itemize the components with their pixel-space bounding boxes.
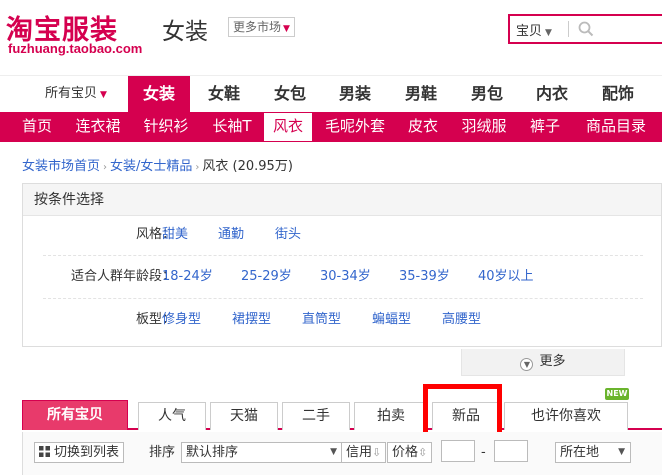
sort-value: 默认排序 (186, 445, 239, 460)
tab-all-items[interactable]: 所有宝贝 (22, 400, 128, 430)
subnav-dresses[interactable]: 连衣裙 (68, 112, 128, 142)
subnav-pants[interactable]: 裤子 (522, 112, 568, 142)
subnav-home[interactable]: 首页 (14, 112, 60, 142)
subnav-wool-coat[interactable]: 毛呢外套 (318, 112, 392, 142)
sort-label: 排序 (149, 445, 176, 460)
arrow-updown-icon: ⇳ (418, 446, 428, 459)
tab-popularity[interactable]: 人气 (138, 402, 206, 430)
filter-option[interactable]: 甜美 (162, 222, 188, 248)
category-title: 女装 (162, 19, 208, 45)
filter-divider (43, 298, 643, 299)
sort-toolbar: 切换到列表 排序 默认排序 ▼ 信用⇩ 价格⇳ - 所在地 ▼ (22, 432, 662, 475)
filter-row-style: 风格： 甜美 通勤 街头 (23, 222, 661, 248)
more-market-dropdown[interactable]: 更多市场 ▼ (228, 17, 295, 37)
breadcrumb-current: 风衣 (20.95万) (202, 159, 293, 174)
filter-option[interactable]: 修身型 (162, 307, 201, 333)
main-nav: 所有宝贝 ▼ 女装 女鞋 女包 男装 男鞋 男包 内衣 配饰 (0, 75, 662, 113)
dropdown-arrow-icon: ▼ (330, 447, 337, 457)
all-items-label: 所有宝贝 (45, 86, 98, 101)
search-divider (568, 21, 569, 37)
price-min-input[interactable] (441, 440, 475, 462)
subnav-trench-coat[interactable]: 风衣 (264, 113, 312, 141)
filter-panel: 按条件选择 风格： 甜美 通勤 街头 适合人群年龄段： 18-24岁 25-29… (22, 183, 662, 347)
search-type-label: 宝贝 (516, 24, 543, 39)
filter-option[interactable]: 18-24岁 (162, 264, 213, 290)
arrow-down-icon: ⇩ (372, 446, 382, 459)
switch-list-label: 切换到列表 (54, 445, 120, 460)
filter-title: 按条件选择 (23, 184, 661, 216)
tab-tmall[interactable]: 天猫 (210, 402, 278, 430)
credit-label: 信用 (346, 445, 373, 460)
breadcrumb-home[interactable]: 女装市场首页 (22, 159, 100, 174)
subnav-long-sleeve-t[interactable]: 长袖T (204, 112, 260, 142)
price-label: 价格 (392, 445, 419, 460)
search-icon[interactable] (577, 20, 595, 38)
dropdown-arrow-icon: ▼ (545, 28, 552, 38)
new-badge: NEW (605, 388, 629, 400)
filter-option[interactable]: 40岁以上 (478, 264, 534, 290)
filter-option[interactable]: 25-29岁 (241, 264, 292, 290)
dropdown-arrow-icon: ▼ (618, 447, 625, 457)
dropdown-arrow-icon: ▼ (100, 90, 107, 100)
chevron-down-icon: ▼ (283, 24, 290, 34)
search-box[interactable]: 宝贝 ▼ (508, 14, 662, 44)
sort-price-button[interactable]: 价格⇳ (387, 442, 433, 463)
tab-you-may-like[interactable]: 也许你喜欢 (504, 402, 628, 430)
filter-option[interactable]: 蝙蝠型 (372, 307, 411, 333)
nav-item-men-bags[interactable]: 男包 (456, 76, 518, 113)
location-select[interactable]: 所在地 ▼ (555, 442, 631, 463)
switch-to-list-button[interactable]: 切换到列表 (34, 442, 125, 463)
price-range-dash: - (481, 445, 486, 460)
nav-item-accessories[interactable]: 配饰 (587, 76, 649, 113)
chevron-down-icon: ▼ (520, 358, 534, 371)
header: 淘宝服装 fuzhuang.taobao.com 女装 更多市场 ▼ 宝贝 ▼ (0, 0, 662, 75)
location-label: 所在地 (560, 445, 600, 460)
breadcrumb-separator-icon: › (195, 162, 200, 173)
nav-item-women[interactable]: 女装 (128, 76, 190, 113)
subnav-catalog[interactable]: 商品目录 (576, 112, 656, 142)
nav-item-underwear[interactable]: 内衣 (521, 76, 583, 113)
filter-option[interactable]: 35-39岁 (399, 264, 450, 290)
nav-item-women-bags[interactable]: 女包 (259, 76, 321, 113)
sort-credit-button[interactable]: 信用⇩ (341, 442, 387, 463)
subnav-down-jacket[interactable]: 羽绒服 (452, 112, 516, 142)
tab-second-hand[interactable]: 二手 (282, 402, 350, 430)
result-tabs: 所有宝贝 人气 天猫 二手 拍卖 新品 也许你喜欢 (22, 400, 662, 430)
subnav-knitwear[interactable]: 针织衫 (136, 112, 196, 142)
tab-auction[interactable]: 拍卖 (354, 402, 428, 430)
price-max-input[interactable] (494, 440, 528, 462)
filter-option[interactable]: 街头 (275, 222, 301, 248)
filter-option[interactable]: 裙摆型 (232, 307, 271, 333)
nav-item-women-shoes[interactable]: 女鞋 (193, 76, 255, 113)
filter-option[interactable]: 30-34岁 (320, 264, 371, 290)
filter-option[interactable]: 通勤 (218, 222, 244, 248)
breadcrumb: 女装市场首页 › 女装/女士精品 › 风衣 (20.95万) (22, 155, 293, 174)
breadcrumb-parent[interactable]: 女装/女士精品 (110, 159, 192, 174)
sort-select[interactable]: 默认排序 ▼ (181, 442, 343, 463)
filter-label: 适合人群年龄段： (70, 269, 175, 284)
subnav-leather[interactable]: 皮衣 (400, 112, 446, 142)
more-market-label: 更多市场 (233, 20, 282, 34)
all-items-menu[interactable]: 所有宝贝 ▼ (28, 76, 124, 113)
breadcrumb-separator-icon: › (103, 162, 108, 173)
nav-item-men-shoes[interactable]: 男鞋 (390, 76, 452, 113)
filter-divider (43, 255, 643, 256)
filter-option[interactable]: 高腰型 (442, 307, 481, 333)
annotation-highlight-box (423, 384, 502, 437)
filter-option[interactable]: 直筒型 (302, 307, 341, 333)
site-domain: fuzhuang.taobao.com (8, 41, 143, 56)
filter-row-fit: 板型： 修身型 裙摆型 直筒型 蝙蝠型 高腰型 (23, 307, 661, 333)
filter-row-age: 适合人群年龄段： 18-24岁 25-29岁 30-34岁 35-39岁 40岁… (23, 264, 661, 290)
grid-icon (39, 446, 50, 457)
more-filters-button[interactable]: ▼ 更多 (461, 349, 625, 376)
search-type-select[interactable]: 宝贝 ▼ (516, 20, 552, 39)
sub-nav: 首页 连衣裙 针织衫 长袖T 风衣 毛呢外套 皮衣 羽绒服 裤子 商品目录 (0, 112, 662, 142)
nav-item-men[interactable]: 男装 (324, 76, 386, 113)
more-label: 更多 (539, 354, 566, 369)
